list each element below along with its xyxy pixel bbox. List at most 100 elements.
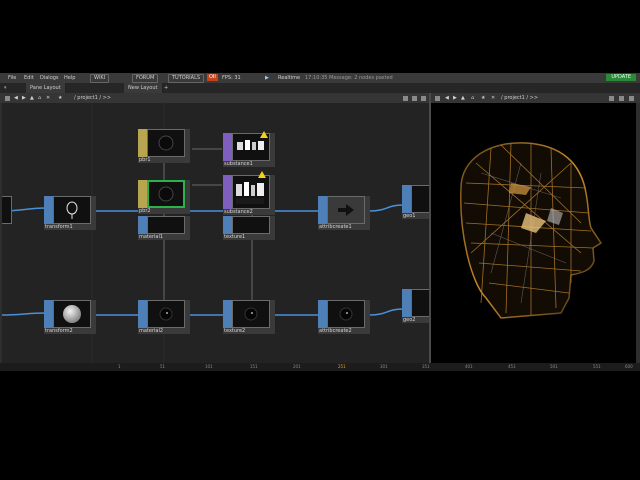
node-label: substance1 — [223, 161, 275, 167]
node-material1[interactable]: material1 — [138, 216, 190, 240]
viewer-forward-icon[interactable]: ▶ — [453, 93, 457, 103]
node-label: material1 — [138, 234, 190, 240]
node-viewer — [411, 289, 429, 317]
node-flag[interactable] — [318, 300, 327, 328]
back-icon[interactable]: ◀ — [14, 93, 18, 103]
up-icon[interactable]: ▲ — [30, 93, 34, 103]
node-offscreen-left[interactable] — [2, 196, 16, 226]
timeline-tick: 501 — [550, 364, 558, 369]
timeline-bar[interactable]: 1 51 101 151 201 251 301 351 401 451 501… — [0, 363, 640, 371]
node-pbr1[interactable]: pbr1 — [138, 129, 190, 163]
viewer-close-icon[interactable]: ✕ — [491, 93, 495, 103]
forum-button[interactable]: FORUM — [132, 74, 159, 83]
node-viewer — [232, 175, 270, 209]
network-options-icon[interactable] — [421, 95, 426, 101]
node-texture2[interactable]: texture2 — [223, 300, 275, 334]
node-geo2[interactable]: geo2 — [402, 289, 429, 323]
update-button[interactable]: UPDATE — [606, 74, 636, 81]
home-icon[interactable]: ⌂ — [38, 93, 41, 103]
network-editor[interactable]: pbr1 substance1 pbr2 substance2 transfor… — [2, 103, 429, 371]
network-grid-icon[interactable] — [412, 95, 417, 101]
node-pbr2[interactable]: pbr2 — [138, 180, 190, 214]
render-viewer[interactable] — [431, 103, 636, 371]
node-material2[interactable]: material2 — [138, 300, 190, 334]
tab-pane-layout[interactable]: Pane Layout — [26, 83, 66, 93]
node-viewer — [53, 196, 91, 224]
sphere-preview-icon — [158, 186, 174, 202]
node-flag[interactable] — [138, 216, 147, 234]
warning-icon[interactable] — [258, 171, 266, 178]
node-viewer — [147, 180, 185, 208]
node-transform1[interactable]: transform1 — [44, 196, 96, 230]
timeline-tick: 201 — [293, 364, 301, 369]
timeline-tick: 351 — [422, 364, 430, 369]
sphere-preview-icon — [159, 307, 173, 321]
pane-menu-icon[interactable]: ▾ — [4, 83, 7, 93]
node-texture1[interactable]: texture1 — [223, 216, 275, 240]
node-transform2[interactable]: transform2 — [44, 300, 96, 334]
node-substance2[interactable] — [223, 175, 275, 211]
star-icon[interactable]: ★ — [58, 93, 62, 103]
viewer-back-icon[interactable]: ◀ — [445, 93, 449, 103]
head-wireframe-icon — [66, 201, 78, 219]
network-path[interactable]: / project1 / >> — [74, 93, 111, 103]
node-flag[interactable] — [318, 196, 327, 224]
wire-in-row2 — [2, 312, 47, 316]
sphere-preview-icon — [339, 307, 353, 321]
viewer-star-icon[interactable]: ★ — [481, 93, 485, 103]
node-label: geo1 — [402, 213, 429, 219]
viewer-path[interactable]: / project1 / >> — [501, 93, 538, 103]
menu-help[interactable]: Help — [64, 73, 75, 83]
viewer-home-icon[interactable]: ⌂ — [471, 93, 474, 103]
viewer-grid-icon[interactable] — [619, 95, 624, 101]
node-flag[interactable] — [223, 133, 232, 161]
play-icon[interactable]: ▶ — [265, 73, 269, 83]
realtime-toggle[interactable]: Realtime — [278, 73, 300, 83]
sphere-preview-icon — [63, 305, 81, 323]
node-geo1[interactable]: geo1 — [402, 185, 429, 219]
add-tab-button[interactable]: + — [164, 83, 168, 93]
viewer-options-icon[interactable] — [629, 95, 634, 101]
tab-new-layout[interactable]: New Layout — [124, 83, 163, 93]
sphere-preview-icon — [244, 307, 258, 321]
node-label: material2 — [138, 328, 190, 334]
node-attribcreate1[interactable]: attribcreate1 — [318, 196, 370, 230]
timeline-tick: 51 — [160, 364, 166, 369]
record-indicator[interactable]: OII — [207, 74, 218, 81]
close-icon[interactable]: ✕ — [46, 93, 50, 103]
node-flag[interactable] — [44, 196, 53, 224]
node-flag[interactable] — [138, 300, 147, 328]
node-body — [2, 196, 12, 224]
node-label: transform1 — [44, 224, 96, 230]
viewer-up-icon[interactable]: ▲ — [461, 93, 465, 103]
node-viewer — [411, 185, 429, 213]
node-viewer — [147, 129, 185, 157]
network-menu-icon[interactable] — [5, 95, 10, 101]
wiki-button[interactable]: WIKI — [90, 74, 110, 83]
node-flag[interactable] — [223, 175, 232, 209]
timeline-tick: 451 — [508, 364, 516, 369]
node-flag[interactable] — [223, 300, 232, 328]
node-flag[interactable] — [138, 180, 147, 208]
node-flag[interactable] — [138, 129, 147, 157]
node-label: pbr1 — [138, 157, 190, 163]
node-attribcreate2[interactable]: attribcreate2 — [318, 300, 370, 334]
viewer-menu-icon[interactable] — [435, 95, 440, 101]
node-flag[interactable] — [402, 289, 411, 317]
node-side — [365, 300, 370, 328]
menu-dialogs[interactable]: Dialogs — [40, 73, 59, 83]
warning-icon[interactable] — [260, 131, 268, 138]
node-flag[interactable] — [44, 300, 53, 328]
node-label: transform2 — [44, 328, 96, 334]
menu-file[interactable]: File — [8, 73, 16, 83]
node-viewer — [147, 216, 185, 234]
node-flag[interactable] — [223, 216, 232, 234]
node-flag[interactable] — [402, 185, 411, 213]
timeline-tick: 401 — [465, 364, 473, 369]
forward-icon[interactable]: ▶ — [22, 93, 26, 103]
viewer-view-icon[interactable] — [609, 95, 614, 101]
network-view-icon[interactable] — [403, 95, 408, 101]
network-toolbar: ◀ ▶ ▲ ⌂ ✕ ★ / project1 / >> — [0, 93, 429, 103]
menu-edit[interactable]: Edit — [24, 73, 34, 83]
tutorials-button[interactable]: TUTORIALS — [168, 74, 205, 83]
